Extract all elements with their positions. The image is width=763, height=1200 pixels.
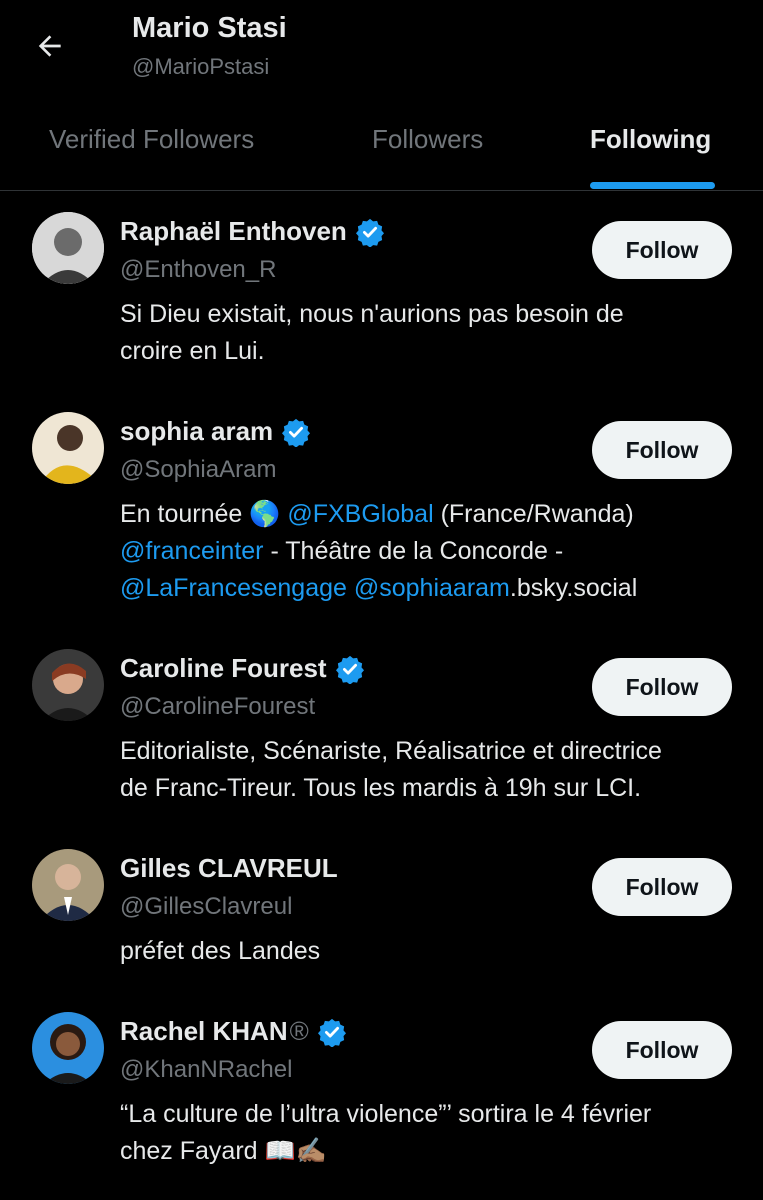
user-bio: “La culture de l’ultra violence”’ sortir… xyxy=(120,1096,740,1170)
bio-line: Editorialiste, Scénariste, Réalisatrice … xyxy=(120,737,662,765)
verified-badge-icon xyxy=(335,655,364,684)
user-handle[interactable]: @Enthoven_R xyxy=(120,256,276,284)
user-name[interactable]: Raphaël Enthoven xyxy=(120,216,385,247)
user-handle[interactable]: @GillesClavreul xyxy=(120,893,292,921)
bio-line: croire en Lui. xyxy=(120,337,265,365)
user-name[interactable]: Caroline Fourest xyxy=(120,653,365,684)
follow-button[interactable]: Follow xyxy=(592,858,732,916)
tab-following[interactable]: Following xyxy=(590,124,711,155)
user-name[interactable]: Gilles CLAVREUL xyxy=(120,853,338,884)
user-name-text: Gilles CLAVREUL xyxy=(120,853,338,883)
mention-link[interactable]: @LaFrancesengage xyxy=(120,574,347,602)
bio-text xyxy=(347,574,354,602)
user-handle[interactable]: @CarolineFourest xyxy=(120,693,315,721)
globe-icon: 🌎 xyxy=(249,500,281,528)
tab-verified-followers[interactable]: Verified Followers xyxy=(49,124,254,155)
bio-line: de Franc-Tireur. Tous les mardis à 19h s… xyxy=(120,774,642,802)
bio-line: chez Fayard 📖✍🏽 xyxy=(120,1137,327,1165)
verified-badge-icon xyxy=(317,1018,346,1047)
page-title: Mario Stasi xyxy=(132,12,287,44)
user-bio: Si Dieu existait, nous n'aurions pas bes… xyxy=(120,296,740,370)
avatar[interactable] xyxy=(32,649,104,721)
bio-text: .bsky.social xyxy=(509,574,638,602)
page-handle: @MarioPstasi xyxy=(132,54,270,79)
verified-badge-icon xyxy=(282,418,311,447)
tab-bar: Verified Followers Followers Following xyxy=(0,110,763,191)
bio-line: “La culture de l’ultra violence”’ sortir… xyxy=(120,1100,652,1128)
bio-line: @LaFrancesengage @sophiaaram.bsky.social xyxy=(120,570,740,607)
avatar[interactable] xyxy=(32,849,104,921)
bio-line: Si Dieu existait, nous n'aurions pas bes… xyxy=(120,300,624,328)
back-arrow-icon xyxy=(38,35,61,57)
user-name[interactable]: sophia aram xyxy=(120,416,311,447)
top-bar: Mario Stasi @MarioPstasi xyxy=(0,0,763,100)
mention-link[interactable]: @franceinter xyxy=(120,537,264,565)
avatar[interactable] xyxy=(32,1012,104,1084)
user-name[interactable]: Rachel KHAN ® xyxy=(120,1016,347,1047)
mention-link[interactable]: @sophiaaram xyxy=(354,574,510,602)
bio-line: @franceinter - Théâtre de la Concorde - xyxy=(120,533,740,570)
avatar[interactable] xyxy=(32,212,104,284)
bio-text: - Théâtre de la Concorde - xyxy=(263,537,564,565)
active-tab-indicator xyxy=(590,182,715,189)
follow-button[interactable]: Follow xyxy=(592,1021,732,1079)
user-handle[interactable]: @SophiaAram xyxy=(120,456,276,484)
user-name-text: sophia aram xyxy=(120,416,274,446)
verified-badge-icon xyxy=(355,218,384,247)
bio-line: En tournée 🌎 @FXBGlobal (France/Rwanda) xyxy=(120,496,740,533)
user-name-text: Rachel KHAN xyxy=(120,1016,288,1046)
user-name-text: Caroline Fourest xyxy=(120,653,327,683)
tab-followers[interactable]: Followers xyxy=(372,124,483,155)
follow-button[interactable]: Follow xyxy=(592,221,732,279)
bio-line: préfet des Landes xyxy=(120,937,321,965)
bio-text: En tournée xyxy=(120,500,250,528)
back-button[interactable] xyxy=(30,26,70,66)
user-bio: préfet des Landes xyxy=(120,933,740,970)
user-bio: Editorialiste, Scénariste, Réalisatrice … xyxy=(120,733,740,807)
follow-button[interactable]: Follow xyxy=(592,421,732,479)
user-name-text: Raphaël Enthoven xyxy=(120,216,347,246)
user-bio: En tournée 🌎 @FXBGlobal (France/Rwanda) … xyxy=(120,496,740,607)
mention-link[interactable]: @FXBGlobal xyxy=(287,500,433,528)
user-handle[interactable]: @KhanNRachel xyxy=(120,1056,292,1084)
registered-mark: ® xyxy=(289,1016,309,1046)
bio-text: (France/Rwanda) xyxy=(433,500,634,528)
follow-button[interactable]: Follow xyxy=(592,658,732,716)
avatar[interactable] xyxy=(32,412,104,484)
